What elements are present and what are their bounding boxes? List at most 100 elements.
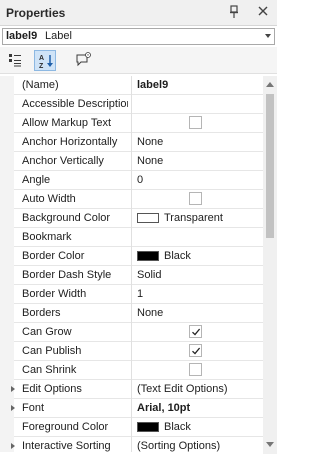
scrollbar-thumb[interactable] xyxy=(266,94,274,238)
column-divider xyxy=(131,437,132,452)
chevron-down-icon[interactable] xyxy=(265,34,271,38)
property-row[interactable]: Can Shrink xyxy=(0,361,263,380)
row-gutter xyxy=(0,133,14,152)
column-divider xyxy=(131,380,132,399)
property-checkbox[interactable] xyxy=(189,325,202,338)
close-icon[interactable] xyxy=(257,5,269,17)
property-checkbox[interactable] xyxy=(189,192,202,205)
column-divider xyxy=(131,418,132,437)
object-type: Label xyxy=(45,30,72,42)
column-divider xyxy=(131,152,132,171)
property-row[interactable]: Foreground Color Black xyxy=(0,418,263,437)
color-swatch xyxy=(137,213,159,223)
column-divider xyxy=(131,361,132,380)
property-value[interactable]: 1 xyxy=(137,288,261,300)
property-row[interactable]: Allow Markup Text xyxy=(0,114,263,133)
property-row[interactable]: Bookmark xyxy=(0,228,263,247)
property-name: Font xyxy=(22,402,45,414)
row-gutter xyxy=(0,114,14,133)
column-divider xyxy=(131,247,132,266)
svg-text:Z: Z xyxy=(39,63,44,69)
row-gutter xyxy=(0,418,14,437)
expand-arrow-icon[interactable] xyxy=(11,443,15,449)
property-name: Accessible Description xyxy=(22,98,128,110)
property-row[interactable]: Border Dash Style Solid xyxy=(0,266,263,285)
property-value[interactable]: None xyxy=(137,155,261,167)
property-value[interactable]: 0 xyxy=(137,174,261,186)
categorized-button[interactable] xyxy=(4,50,26,71)
property-value[interactable]: Solid xyxy=(137,269,261,281)
expand-arrow-icon[interactable] xyxy=(11,405,15,411)
column-divider xyxy=(131,285,132,304)
property-name: Edit Options xyxy=(22,383,82,395)
row-gutter xyxy=(0,285,14,304)
row-gutter xyxy=(0,247,14,266)
row-gutter xyxy=(0,266,14,285)
property-row[interactable]: Anchor Vertically None xyxy=(0,152,263,171)
column-divider xyxy=(131,133,132,152)
vertical-scrollbar[interactable] xyxy=(263,76,277,454)
column-divider xyxy=(131,228,132,247)
column-divider xyxy=(131,171,132,190)
property-value[interactable]: label9 xyxy=(137,79,261,91)
comment-button[interactable] xyxy=(72,50,94,71)
property-row[interactable]: Background Color Transparent xyxy=(0,209,263,228)
property-value[interactable]: Arial, 10pt xyxy=(137,402,261,414)
pin-icon[interactable] xyxy=(228,5,240,19)
property-row[interactable]: Can Grow xyxy=(0,323,263,342)
panel-titlebar: Properties xyxy=(0,0,277,26)
property-row[interactable]: Border Color Black xyxy=(0,247,263,266)
row-gutter xyxy=(0,76,14,95)
property-checkbox[interactable] xyxy=(189,363,202,376)
property-row[interactable]: Interactive Sorting (Sorting Options) xyxy=(0,437,263,452)
property-row[interactable]: Borders None xyxy=(0,304,263,323)
property-name: Anchor Vertically xyxy=(22,155,104,167)
column-divider xyxy=(131,95,132,114)
property-row[interactable]: Font Arial, 10pt xyxy=(0,399,263,418)
property-grid: (Name) label9 Accessible Description Allow … xyxy=(0,76,263,452)
property-name: Background Color xyxy=(22,212,111,224)
property-row[interactable]: Edit Options (Text Edit Options) xyxy=(0,380,263,399)
column-divider xyxy=(131,190,132,209)
row-gutter xyxy=(0,342,14,361)
property-name: Bookmark xyxy=(22,231,72,243)
row-gutter xyxy=(0,361,14,380)
column-divider xyxy=(131,342,132,361)
property-row[interactable]: Border Width 1 xyxy=(0,285,263,304)
property-row[interactable]: Angle 0 xyxy=(0,171,263,190)
column-divider xyxy=(131,114,132,133)
scroll-down-icon[interactable] xyxy=(266,442,274,447)
column-divider xyxy=(131,209,132,228)
object-selector[interactable]: label9 Label xyxy=(2,28,275,45)
property-value[interactable]: (Sorting Options) xyxy=(137,440,261,452)
property-value[interactable]: (Text Edit Options) xyxy=(137,383,261,395)
property-value[interactable]: None xyxy=(137,136,261,148)
panel-title: Properties xyxy=(6,6,66,20)
property-name: Anchor Horizontally xyxy=(22,136,118,148)
property-row[interactable]: Can Publish xyxy=(0,342,263,361)
property-name: Allow Markup Text xyxy=(22,117,112,129)
property-value[interactable]: None xyxy=(137,307,261,319)
expand-arrow-icon[interactable] xyxy=(11,386,15,392)
properties-toolbar: A Z xyxy=(0,47,277,74)
property-name: Border Width xyxy=(22,288,87,300)
property-name: Borders xyxy=(22,307,61,319)
property-name: Auto Width xyxy=(22,193,76,205)
row-gutter xyxy=(0,209,14,228)
property-checkbox[interactable] xyxy=(189,116,202,129)
column-divider xyxy=(131,304,132,323)
svg-text:A: A xyxy=(39,55,44,62)
property-name: Border Color xyxy=(22,250,85,262)
property-name: Can Publish xyxy=(22,345,82,357)
sort-alphabetical-button[interactable]: A Z xyxy=(34,50,56,71)
scroll-up-icon[interactable] xyxy=(266,82,274,87)
column-divider xyxy=(131,399,132,418)
property-row[interactable]: Accessible Description xyxy=(0,95,263,114)
row-gutter xyxy=(0,171,14,190)
column-divider xyxy=(131,76,132,95)
property-row[interactable]: Anchor Horizontally None xyxy=(0,133,263,152)
property-row[interactable]: Auto Width xyxy=(0,190,263,209)
property-row[interactable]: (Name) label9 xyxy=(0,76,263,95)
property-name: Angle xyxy=(22,174,51,186)
property-checkbox[interactable] xyxy=(189,344,202,357)
